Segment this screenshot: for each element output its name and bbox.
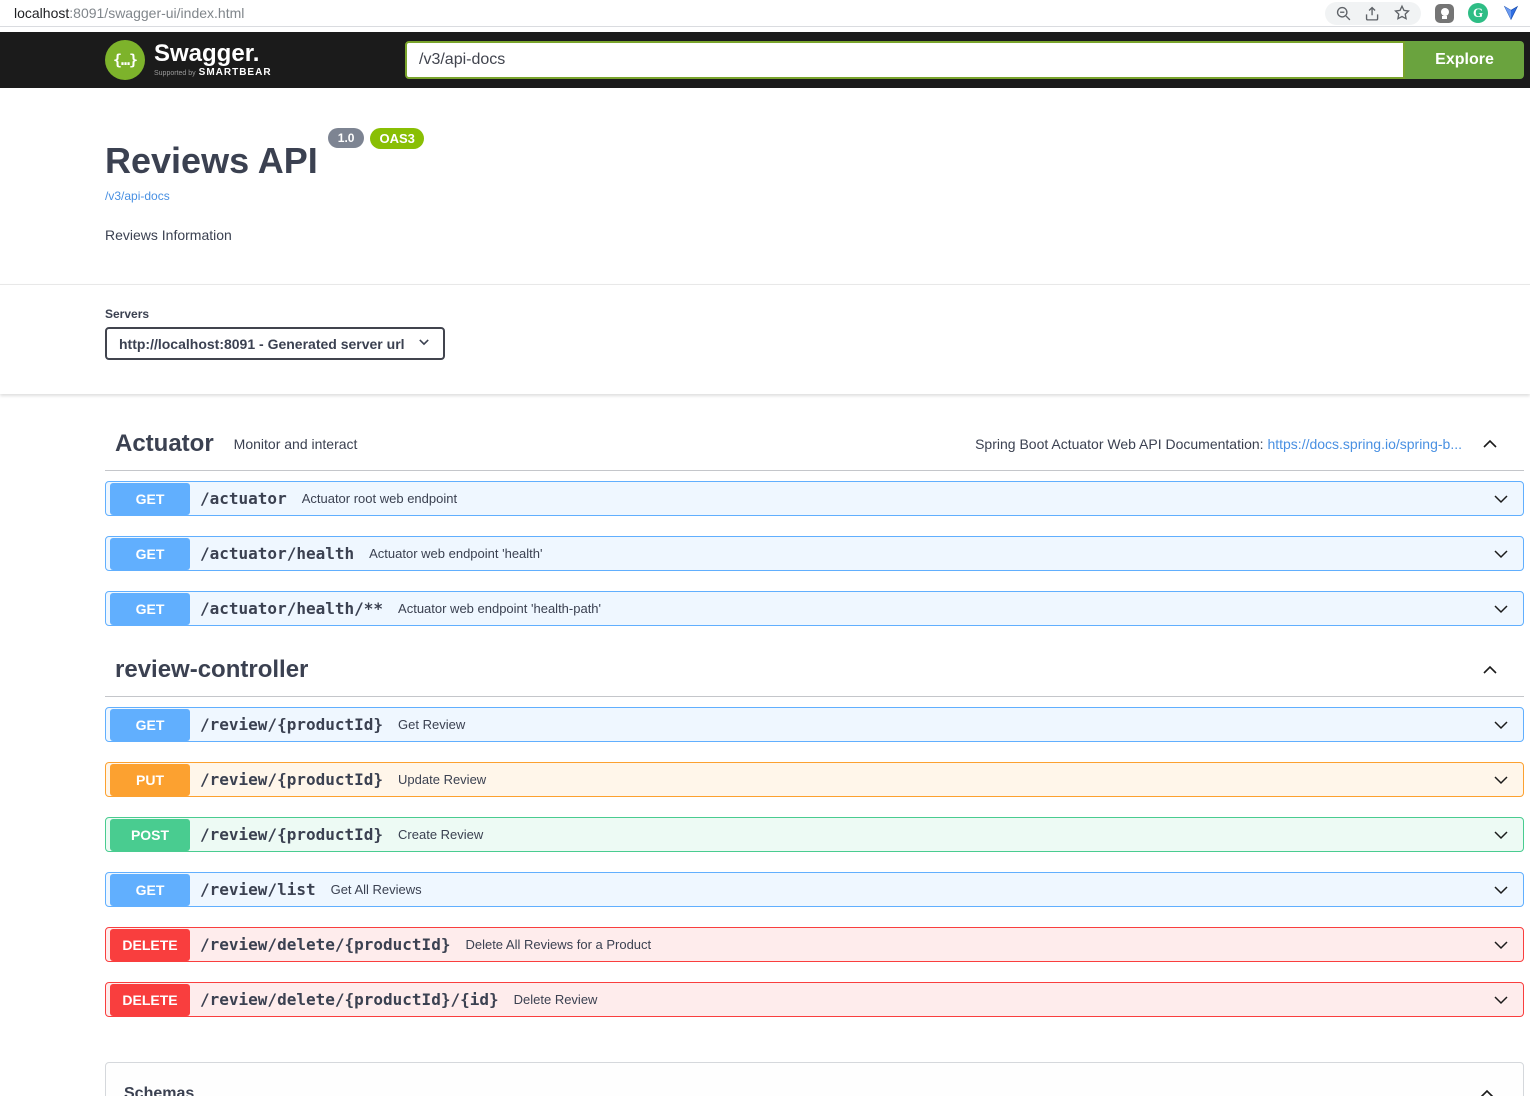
opblock-get-review-list[interactable]: GET /review/list Get All Reviews <box>105 872 1524 907</box>
method-badge: GET <box>110 874 190 906</box>
op-path: /actuator/health <box>200 544 354 563</box>
page-title: Reviews API <box>105 140 318 182</box>
address-bar-actions <box>1325 2 1421 25</box>
op-path: /actuator/health/** <box>200 599 383 618</box>
grammarly-extension-icon[interactable]: G <box>1468 3 1488 23</box>
method-badge: POST <box>110 819 190 851</box>
api-operations: Actuator Monitor and interact Spring Boo… <box>105 420 1524 1096</box>
method-badge: GET <box>110 483 190 515</box>
op-description: Get All Reviews <box>331 882 422 897</box>
op-path: /review/delete/{productId}/{id} <box>200 990 499 1009</box>
section-header-review-controller[interactable]: review-controller <box>105 646 1524 697</box>
schemas-title: Schemas <box>124 1085 194 1096</box>
opblock-get-actuator-health-path[interactable]: GET /actuator/health/** Actuator web end… <box>105 591 1524 626</box>
collapse-section-button[interactable] <box>1480 660 1500 680</box>
opblock-get-actuator[interactable]: GET /actuator Actuator root web endpoint <box>105 481 1524 516</box>
method-badge: GET <box>110 709 190 741</box>
swagger-logo: {…} Swagger. Supported bySMARTBEAR <box>105 40 405 80</box>
opblock-delete-review[interactable]: DELETE /review/delete/{productId}/{id} D… <box>105 982 1524 1017</box>
opblock-get-review[interactable]: GET /review/{productId} Get Review <box>105 707 1524 742</box>
spec-url-input[interactable] <box>405 41 1405 79</box>
servers-selected-value: http://localhost:8091 - Generated server… <box>119 336 405 352</box>
oas3-badge: OAS3 <box>370 128 423 149</box>
schemas-section[interactable]: Schemas <box>105 1062 1524 1096</box>
op-description: Get Review <box>398 717 465 732</box>
chevron-down-icon[interactable] <box>1491 880 1511 900</box>
opblock-post-review[interactable]: POST /review/{productId} Create Review <box>105 817 1524 852</box>
opblock-delete-reviews[interactable]: DELETE /review/delete/{productId} Delete… <box>105 927 1524 962</box>
swagger-logo-icon: {…} <box>105 40 145 80</box>
section-subtitle: Monitor and interact <box>234 436 358 452</box>
servers-select[interactable]: http://localhost:8091 - Generated server… <box>105 327 445 360</box>
page-url[interactable]: localhost:8091/swagger-ui/index.html <box>14 5 244 21</box>
chevron-down-icon[interactable] <box>1491 544 1511 564</box>
chevron-down-icon[interactable] <box>1491 715 1511 735</box>
op-path: /review/{productId} <box>200 825 383 844</box>
method-badge: DELETE <box>110 929 190 961</box>
collapse-section-button[interactable] <box>1480 434 1500 454</box>
op-description: Actuator root web endpoint <box>302 491 457 506</box>
chevron-down-icon[interactable] <box>1491 990 1511 1010</box>
op-path: /actuator <box>200 489 287 508</box>
keep-extension-icon[interactable] <box>1435 4 1454 23</box>
method-badge: GET <box>110 538 190 570</box>
swagger-topbar: {…} Swagger. Supported bySMARTBEAR Explo… <box>0 32 1530 88</box>
chevron-down-icon[interactable] <box>1491 489 1511 509</box>
scheme-container: Servers http://localhost:8091 - Generate… <box>0 284 1530 394</box>
spec-link[interactable]: /v3/api-docs <box>105 189 170 203</box>
api-title-row: Reviews API 1.0 OAS3 <box>105 140 1530 182</box>
v-extension-icon[interactable] <box>1502 4 1520 22</box>
op-path: /review/delete/{productId} <box>200 935 450 954</box>
chevron-down-icon[interactable] <box>1491 599 1511 619</box>
version-badge: 1.0 <box>328 128 365 148</box>
explore-button[interactable]: Explore <box>1405 41 1524 79</box>
op-path: /review/{productId} <box>200 770 383 789</box>
api-description: Reviews Information <box>105 227 1530 243</box>
zoom-out-icon[interactable] <box>1335 5 1352 22</box>
section-title: Actuator <box>115 430 214 458</box>
chevron-down-icon[interactable] <box>1491 935 1511 955</box>
chevron-down-icon[interactable] <box>1491 770 1511 790</box>
op-path: /review/{productId} <box>200 715 383 734</box>
chevron-down-icon <box>417 335 431 352</box>
smartbear-tagline: Supported bySMARTBEAR <box>154 67 272 78</box>
section-doc-link[interactable]: https://docs.spring.io/spring-b... <box>1267 436 1462 452</box>
section-title: review-controller <box>115 656 308 684</box>
section-doc-text: Spring Boot Actuator Web API Documentati… <box>975 436 1462 452</box>
opblock-put-review[interactable]: PUT /review/{productId} Update Review <box>105 762 1524 797</box>
section-header-actuator[interactable]: Actuator Monitor and interact Spring Boo… <box>105 420 1524 471</box>
method-badge: GET <box>110 593 190 625</box>
method-badge: DELETE <box>110 984 190 1016</box>
url-host: localhost <box>14 5 69 21</box>
op-path: /review/list <box>200 880 316 899</box>
url-path: :8091/swagger-ui/index.html <box>69 5 244 21</box>
share-icon[interactable] <box>1364 5 1381 22</box>
op-description: Delete Review <box>514 992 598 1007</box>
op-description: Actuator web endpoint 'health' <box>369 546 542 561</box>
bookmark-star-icon[interactable] <box>1393 4 1411 22</box>
method-badge: PUT <box>110 764 190 796</box>
op-description: Create Review <box>398 827 483 842</box>
swagger-logo-text: Swagger. <box>154 43 272 65</box>
browser-address-bar[interactable]: localhost:8091/swagger-ui/index.html G <box>0 0 1530 27</box>
chevron-down-icon[interactable] <box>1491 825 1511 845</box>
servers-label: Servers <box>105 307 1530 321</box>
api-info-section: Reviews API 1.0 OAS3 /v3/api-docs Review… <box>0 88 1530 284</box>
opblock-get-actuator-health[interactable]: GET /actuator/health Actuator web endpoi… <box>105 536 1524 571</box>
collapse-schemas-button[interactable] <box>1477 1084 1497 1096</box>
op-description: Update Review <box>398 772 486 787</box>
op-description: Delete All Reviews for a Product <box>465 937 651 952</box>
op-description: Actuator web endpoint 'health-path' <box>398 601 601 616</box>
